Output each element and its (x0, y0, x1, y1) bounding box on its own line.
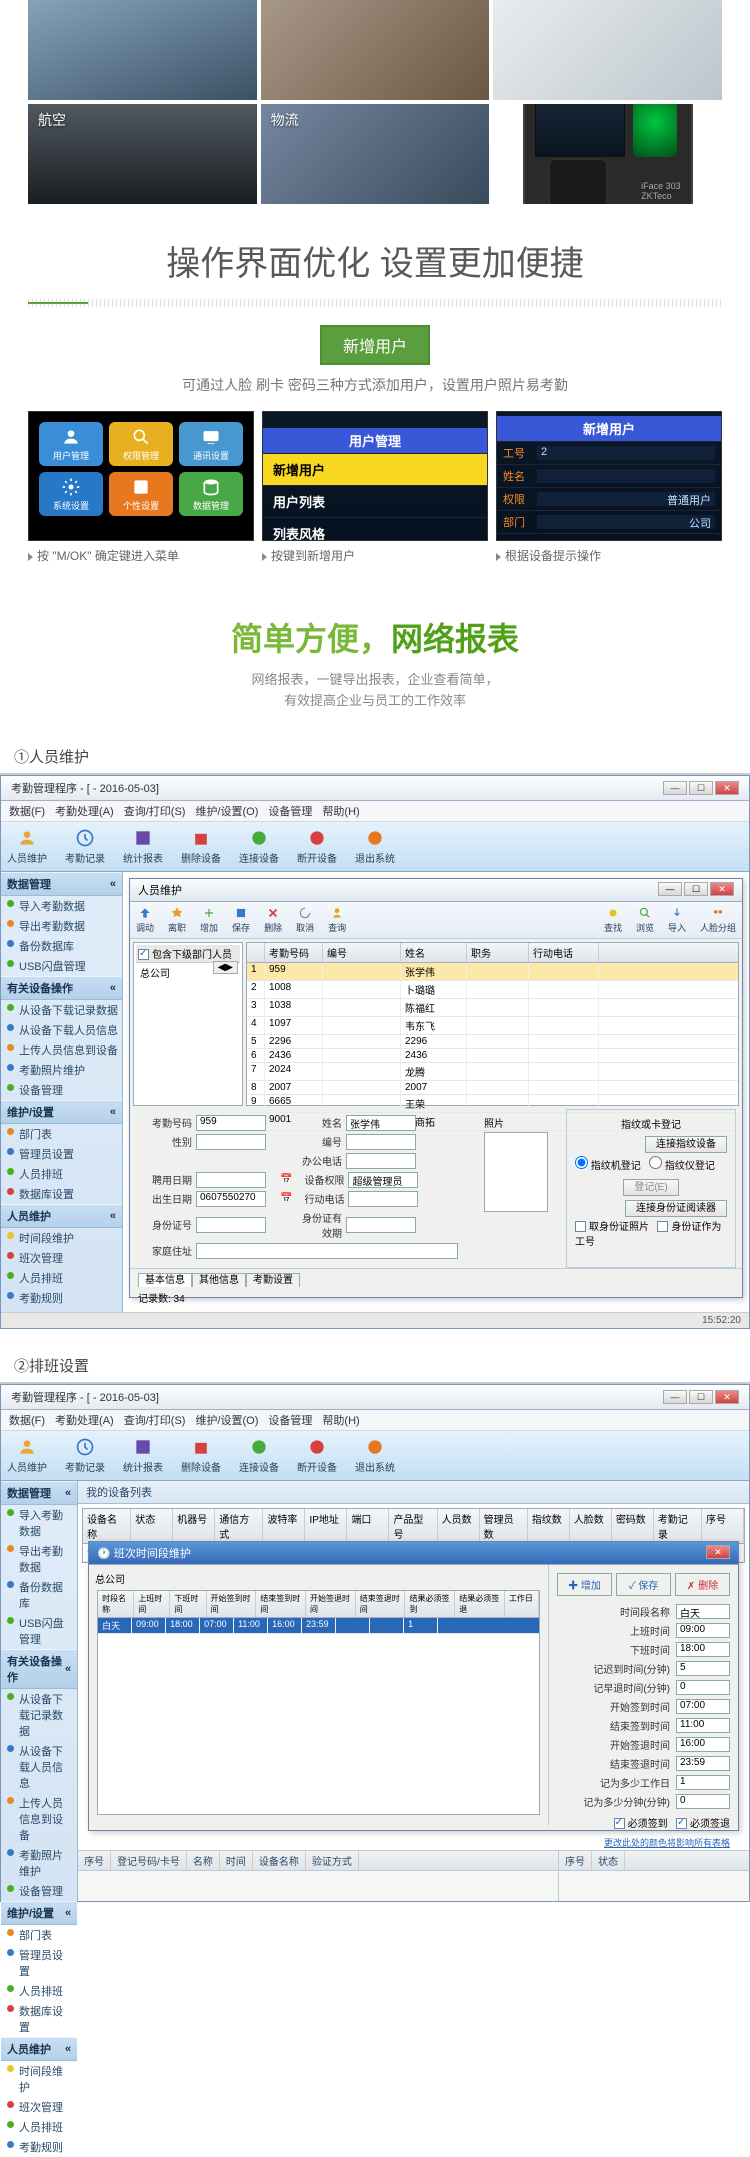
tb-personnel: 人员维护 (7, 828, 47, 865)
sidebar[interactable]: 数据管理« 导入考勤数据 导出考勤数据 备份数据库 USB闪盘管理 有关设备操作… (1, 872, 123, 1312)
icon-auth-mgmt[interactable]: 权限管理 (109, 422, 173, 466)
tb-records: 考勤记录 (65, 828, 105, 865)
form-header: 新增用户 (497, 416, 721, 442)
img-logistics: 物流 (261, 104, 490, 204)
delete-button[interactable]: ✗ 删除 (675, 1573, 730, 1596)
color-link[interactable]: 更改此处的颜色将影响所有表格 (557, 1836, 730, 1849)
tree-pane[interactable]: 包含下级部门人员 ◀▶ 总公司 (133, 942, 243, 1106)
screen-newuser: 新增用户 工号2 姓名 权限普通用户 部门公司 (496, 411, 722, 541)
save-button[interactable]: ✓ 保存 (616, 1573, 671, 1596)
tb-reports: 统计报表 (123, 828, 163, 865)
connect-fp-button[interactable]: 连接指纹设备 (645, 1136, 727, 1153)
window-title: 考勤管理程序 - [ - 2016-05-03] (11, 780, 159, 796)
tb-connect: 连接设备 (239, 828, 279, 865)
icon-data-mgmt[interactable]: 数据管理 (179, 472, 243, 516)
icon-user-mgmt[interactable]: 用户管理 (39, 422, 103, 466)
subtitle-2: 网络报表，一键导出报表，企业查看简单，有效提高企业与员工的工作效率 (0, 670, 750, 712)
divider (28, 299, 722, 307)
screen-menu: 用户管理 权限管理 通讯设置 系统设置 个性设置 数据管理 (28, 411, 254, 541)
window-personnel: 考勤管理程序 - [ - 2016-05-03] —☐✕ 数据(F)考勤处理(A)… (0, 775, 750, 1329)
window-controls[interactable]: —☐✕ (663, 781, 739, 795)
section-1-label: ①人员维护 (0, 740, 750, 775)
icon-sys-set[interactable]: 系统设置 (39, 472, 103, 516)
window-schedule: 考勤管理程序 - [ - 2016-05-03]—☐✕ 数据(F)考勤处理(A)… (0, 1384, 750, 1902)
id-reader-button[interactable]: 连接身份证阅读器 (625, 1200, 727, 1217)
label-logistics: 物流 (271, 110, 299, 130)
dialog-personnel: 人员维护—☐✕ 调动 离职 增加 保存 删除 取消 查询 查找 浏览 导入 人脸… (129, 878, 743, 1298)
tb-delete-dev: 删除设备 (181, 828, 221, 865)
menu-item-style[interactable]: 列表风格 (263, 518, 487, 541)
add-button[interactable]: ✚ 增加 (557, 1573, 612, 1596)
device-model: iFace 303 (641, 181, 681, 191)
menu-item-new[interactable]: 新增用户 (263, 454, 487, 486)
tab-devices[interactable]: 我的设备列表 (78, 1481, 749, 1504)
dialog-schedule: 🕐 班次时间段维护✕ 总公司 时段名称上班时间下班时间开始签到时间结束签到时间开… (88, 1541, 739, 1831)
device-brand: ZKTeco (641, 191, 681, 201)
menu-item-list[interactable]: 用户列表 (263, 486, 487, 518)
icon-comm-set[interactable]: 通讯设置 (179, 422, 243, 466)
heading-1: 操作界面优化 设置更加便捷 (0, 236, 750, 285)
subtitle-1: 可通过人脸 刷卡 密码三种方式添加用户，设置用户照片易考勤 (0, 375, 750, 395)
heading-2: 简单方便，网络报表 (0, 614, 750, 660)
img-doctor (493, 0, 722, 100)
img-garden (261, 0, 490, 100)
label-aviation: 航空 (38, 110, 66, 130)
schedule-form[interactable]: ✚ 增加 ✓ 保存 ✗ 删除 时间段名称白天上班时间09:00下班时间18:00… (548, 1565, 738, 1825)
img-aviation: 航空 (28, 104, 257, 204)
personnel-grid[interactable]: 考勤号码编号姓名职务行动电话 1959张学伟21008卜璐璐31038陈福红41… (246, 942, 739, 1106)
screen-usermenu: 用户管理 新增用户 用户列表 列表风格 (262, 411, 488, 541)
caption-3: 根据设备提示操作 (505, 549, 601, 563)
section-2-label: ②排班设置 (0, 1349, 750, 1384)
img-building (28, 0, 257, 100)
caption-1: 按 "M/OK" 确定键进入菜单 (37, 549, 179, 563)
tb-disconnect: 断开设备 (297, 828, 337, 865)
caption-2: 按键到新增用户 (271, 549, 355, 563)
menu-header: 用户管理 (263, 428, 487, 454)
dialog-toolbar[interactable]: 调动 离职 增加 保存 删除 取消 查询 查找 浏览 导入 人脸分组 (130, 902, 742, 939)
img-device: iFace 303ZKTeco (493, 104, 722, 204)
tb-exit: 退出系统 (355, 828, 395, 865)
new-user-button[interactable]: 新增用户 (320, 325, 430, 365)
toolbar[interactable]: 人员维护 考勤记录 统计报表 删除设备 连接设备 断开设备 退出系统 (1, 822, 749, 872)
icon-pers-set[interactable]: 个性设置 (109, 472, 173, 516)
window-menubar[interactable]: 数据(F)考勤处理(A)查询/打印(S)维护/设置(O)设备管理帮助(H) (1, 801, 749, 822)
